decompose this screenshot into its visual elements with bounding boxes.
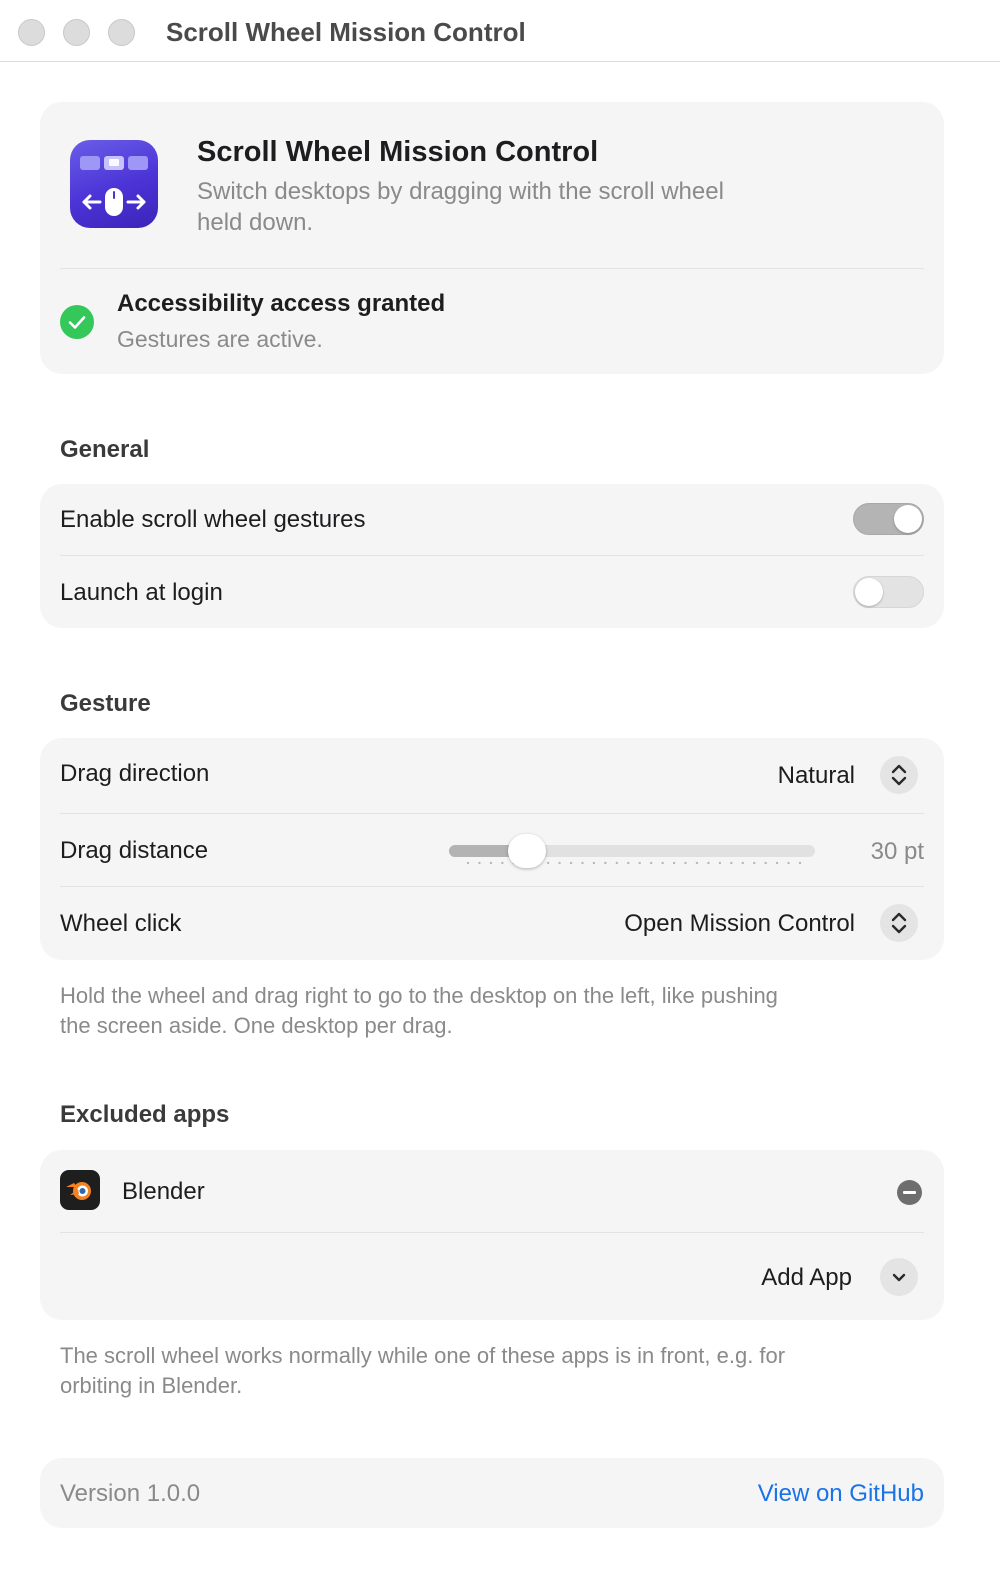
excluded-apps-card: Blender Add App (40, 1150, 944, 1320)
app-header-card: Scroll Wheel Mission Control Switch desk… (40, 102, 944, 374)
slider-tick (730, 861, 733, 865)
title-bar: Scroll Wheel Mission Control (0, 0, 1000, 62)
drag-direction-label: Drag direction (60, 760, 210, 787)
window-title: Scroll Wheel Mission Control (166, 17, 526, 47)
remove-app-button[interactable] (897, 1180, 922, 1205)
chevron-up-down-icon (891, 764, 907, 786)
excluded-apps-section-title: Excluded apps (60, 1101, 230, 1128)
slider-tick (753, 861, 756, 865)
zoom-window-button[interactable] (108, 19, 135, 46)
slider-tick (718, 861, 722, 865)
enable-gestures-label: Enable scroll wheel gestures (60, 506, 366, 533)
slider-tick (627, 861, 630, 865)
checkmark-circle-icon (60, 305, 94, 339)
general-section-title: General (60, 436, 150, 463)
app-name: Scroll Wheel Mission Control (197, 136, 599, 168)
slider-tick (569, 861, 573, 865)
excluded-help-line-2: orbiting in Blender. (60, 1373, 243, 1398)
app-description-line-2: held down. (197, 209, 314, 236)
slider-tick (546, 861, 550, 865)
blender-icon (60, 1170, 100, 1210)
toggle-knob (894, 505, 922, 533)
slider-tick (661, 861, 664, 865)
scroll-wheel-app-icon (70, 140, 158, 228)
drag-distance-label: Drag distance (60, 837, 209, 864)
slider-tick (775, 861, 779, 865)
slider-tick (798, 861, 802, 865)
wheel-click-value[interactable]: Open Mission Control (624, 910, 855, 938)
drag-distance-slider[interactable] (449, 845, 815, 857)
slider-tick (489, 861, 493, 865)
access-status-title: Accessibility access granted (117, 290, 446, 317)
launch-at-login-toggle[interactable] (853, 576, 924, 608)
row-divider (60, 886, 924, 887)
slider-tick (672, 861, 676, 865)
chevron-down-icon (892, 1273, 906, 1282)
wheel-click-label: Wheel click (60, 910, 182, 937)
excluded-app-name: Blender (122, 1178, 205, 1205)
row-divider (60, 1232, 924, 1233)
close-window-button[interactable] (18, 19, 45, 46)
slider-tick (501, 861, 504, 865)
row-divider (60, 813, 924, 814)
slider-tick (558, 861, 561, 865)
app-description-line-1: Switch desktops by dragging with the scr… (197, 178, 724, 205)
gesture-card: Drag direction Natural Drag distance 30 … (40, 738, 944, 960)
excluded-help-line-1: The scroll wheel works normally while on… (60, 1343, 786, 1368)
add-app-label[interactable]: Add App (761, 1264, 852, 1292)
minimize-window-button[interactable] (63, 19, 90, 46)
github-link[interactable]: View on GitHub (758, 1480, 924, 1508)
launch-at-login-label: Launch at login (60, 579, 223, 606)
drag-direction-stepper[interactable] (880, 756, 918, 794)
slider-tick (649, 861, 653, 865)
slider-tick (604, 861, 607, 865)
slider-tick (615, 861, 619, 865)
gesture-help-text: Hold the wheel and drag right to go to t… (60, 981, 920, 1041)
gesture-help-line-1: Hold the wheel and drag right to go to t… (60, 983, 778, 1008)
slider-tick (741, 861, 744, 865)
access-status-subtitle: Gestures are active. (117, 326, 323, 352)
wheel-click-stepper[interactable] (880, 904, 918, 942)
slider-tick (581, 861, 584, 865)
slider-tick (684, 861, 687, 865)
row-divider (60, 555, 924, 556)
slider-tick (707, 861, 710, 865)
gesture-help-line-2: the screen aside. One desktop per drag. (60, 1013, 453, 1038)
chevron-up-down-icon (891, 912, 907, 934)
slider-tick (695, 861, 699, 865)
drag-distance-value: 30 pt (870, 838, 924, 865)
gesture-section-title: Gesture (60, 690, 151, 717)
drag-distance-slider-thumb[interactable] (508, 834, 547, 868)
slider-tick (592, 861, 596, 865)
general-card: Enable scroll wheel gestures Launch at l… (40, 484, 944, 628)
enable-gestures-toggle[interactable] (853, 503, 924, 535)
slider-tick (466, 861, 470, 865)
version-label: Version 1.0.0 (60, 1480, 201, 1507)
header-divider (60, 268, 924, 269)
app-description: Switch desktops by dragging with the scr… (197, 176, 837, 238)
slider-tick (764, 861, 767, 865)
slider-tick (478, 861, 481, 865)
excluded-apps-help-text: The scroll wheel works normally while on… (60, 1341, 920, 1401)
slider-tick (787, 861, 790, 865)
footer-card: Version 1.0.0 View on GitHub (40, 1458, 944, 1528)
slider-tick (638, 861, 641, 865)
toggle-knob (855, 578, 883, 606)
drag-direction-value[interactable]: Natural (778, 762, 855, 790)
add-app-menu-button[interactable] (880, 1258, 918, 1296)
